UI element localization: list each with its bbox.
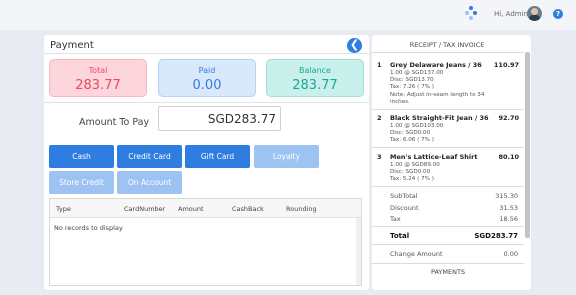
divider bbox=[372, 52, 524, 53]
user-greeting: Hi, Admin bbox=[494, 10, 528, 18]
tax-value: 18.56 bbox=[499, 215, 518, 223]
loading-dots-icon bbox=[465, 6, 477, 20]
divider bbox=[372, 186, 524, 187]
balance-label: Balance bbox=[299, 66, 331, 75]
item-name: Grey Delaware Jeans / 36 bbox=[390, 61, 482, 69]
receipt-total-label: Total bbox=[390, 232, 410, 240]
column-header-rounding[interactable]: Rounding bbox=[286, 205, 317, 213]
change-row: Change Amount 0.00 bbox=[390, 250, 518, 258]
help-icon[interactable]: ? bbox=[553, 9, 563, 19]
column-header-type[interactable]: Type bbox=[56, 205, 71, 213]
discount-row: Discount 31.53 bbox=[390, 204, 518, 212]
payment-panel: Payment ❮ Total 283.77 Paid 0.00 Balance… bbox=[44, 35, 369, 290]
item-note: Note: Adjust in-seam length to 34 inches… bbox=[390, 92, 485, 106]
paid-card: Paid 0.00 bbox=[158, 59, 256, 97]
amount-to-pay-label: Amount To Pay bbox=[79, 117, 150, 128]
total-value: 283.77 bbox=[75, 78, 121, 93]
item-name: Men's Lattice-Leaf Shirt bbox=[390, 153, 478, 161]
empty-table-message: No records to display bbox=[54, 224, 123, 232]
divider bbox=[372, 147, 524, 148]
receipt-scrollbar[interactable] bbox=[525, 52, 530, 238]
column-header-cardnumber[interactable]: CardNumber bbox=[124, 205, 165, 213]
item-amount: 92.70 bbox=[498, 114, 519, 122]
item-number: 1 bbox=[377, 61, 382, 69]
paid-label: Paid bbox=[198, 66, 216, 75]
paid-value: 0.00 bbox=[192, 78, 222, 93]
payments-section-title: PAYMENTS bbox=[430, 268, 466, 276]
item-tax: Tax: 6.06 ( 7% ) bbox=[390, 137, 434, 143]
receipt-panel: RECEIPT / TAX INVOICE 1 Grey Delaware Je… bbox=[372, 35, 531, 290]
item-number: 2 bbox=[377, 114, 382, 122]
change-value: 0.00 bbox=[503, 250, 518, 258]
receipt-title: RECEIPT / TAX INVOICE bbox=[409, 41, 485, 49]
item-tax: Tax: 5.24 ( 7% ) bbox=[390, 176, 434, 182]
payments-table: Type CardNumber Amount CashBack Rounding… bbox=[49, 198, 362, 286]
on-account-button[interactable]: On Account bbox=[117, 171, 182, 194]
item-tax: Tax: 7.26 ( 7% ) bbox=[390, 84, 434, 90]
divider bbox=[372, 263, 524, 264]
balance-value: 283.77 bbox=[292, 78, 338, 93]
divider bbox=[44, 53, 369, 54]
gift-card-button[interactable]: Gift Card bbox=[185, 145, 250, 168]
item-amount: 110.97 bbox=[493, 61, 519, 69]
item-number: 3 bbox=[377, 153, 382, 161]
divider bbox=[372, 226, 524, 227]
item-amount: 80.10 bbox=[498, 153, 519, 161]
item-name: Black Straight-Fit Jean / 36 bbox=[390, 114, 489, 122]
tax-label: Tax bbox=[390, 215, 401, 223]
subtotal-label: SubTotal bbox=[390, 192, 418, 200]
column-header-amount[interactable]: Amount bbox=[178, 205, 204, 213]
column-header-cashback[interactable]: CashBack bbox=[232, 205, 264, 213]
divider bbox=[372, 109, 524, 110]
table-scrollbar[interactable] bbox=[356, 218, 361, 285]
divider bbox=[372, 244, 524, 245]
discount-value: 31.53 bbox=[499, 204, 518, 212]
total-row: Total SGD283.77 bbox=[390, 232, 518, 240]
subtotal-row: SubTotal 315.30 bbox=[390, 192, 518, 200]
top-bar: Hi, Admin ? bbox=[0, 0, 576, 30]
loyalty-button[interactable]: Loyalty bbox=[254, 145, 319, 168]
receipt-total-value: SGD283.77 bbox=[474, 232, 518, 240]
page-title: Payment bbox=[50, 40, 94, 51]
divider bbox=[44, 102, 369, 103]
cash-button[interactable]: Cash bbox=[49, 145, 114, 168]
back-arrow-icon[interactable]: ❮ bbox=[347, 38, 362, 53]
table-header: Type CardNumber Amount CashBack Rounding bbox=[50, 199, 361, 218]
amount-to-pay-input[interactable]: SGD283.77 bbox=[158, 106, 281, 131]
balance-card: Balance 283.77 bbox=[266, 59, 364, 97]
total-label: Total bbox=[88, 66, 108, 75]
store-credit-button[interactable]: Store Credit bbox=[49, 171, 114, 194]
tax-row: Tax 18.56 bbox=[390, 215, 518, 223]
discount-label: Discount bbox=[390, 204, 419, 212]
credit-card-button[interactable]: Credit Card bbox=[117, 145, 182, 168]
change-label: Change Amount bbox=[390, 250, 443, 258]
total-card: Total 283.77 bbox=[49, 59, 147, 97]
user-avatar-icon[interactable] bbox=[527, 6, 542, 21]
subtotal-value: 315.30 bbox=[495, 192, 518, 200]
